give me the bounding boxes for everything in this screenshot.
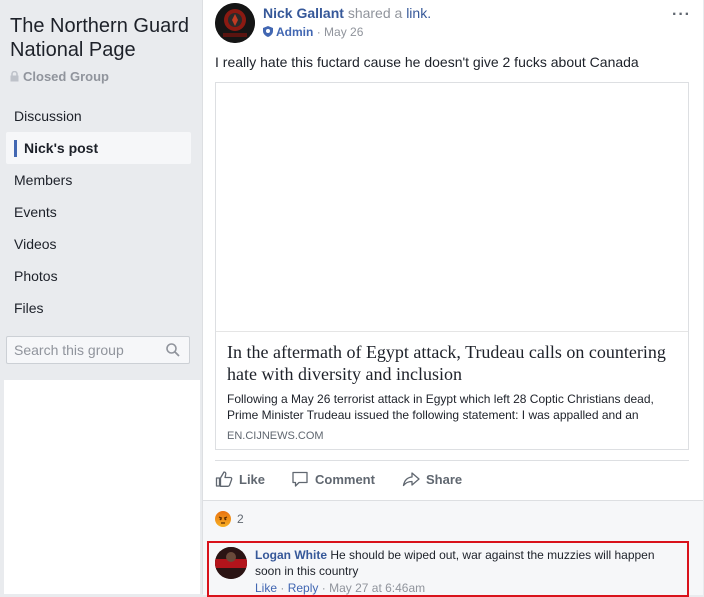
group-title[interactable]: The Northern Guard National Page [10, 14, 198, 62]
nav-item-videos[interactable]: Videos [6, 228, 191, 260]
angry-reaction-icon [215, 511, 231, 527]
comment-timestamp[interactable]: May 27 at 6:46am [329, 581, 425, 595]
comment-meta-separator: · [280, 581, 285, 595]
post-text: I really hate this fuctard cause he does… [215, 54, 639, 70]
group-nav: Discussion Nick's post Members Events Vi… [6, 100, 191, 324]
share-arrow-icon [402, 472, 420, 487]
post-author-link[interactable]: Nick Gallant [263, 5, 344, 21]
post-card: Nick Gallant shared a link. Admin · May … [202, 0, 703, 597]
author-avatar[interactable] [215, 3, 255, 43]
post-action-text: shared a [347, 5, 403, 21]
reaction-summary[interactable]: 2 [215, 511, 244, 527]
highlighted-comment: Logan White He should be wiped out, war … [207, 541, 689, 597]
link-headline[interactable]: In the aftermath of Egypt attack, Trudea… [227, 341, 667, 385]
lock-icon [10, 71, 19, 82]
shield-icon [263, 26, 273, 37]
like-button[interactable]: Like [215, 469, 265, 489]
link-description: Following a May 26 terrorist attack in E… [227, 392, 654, 422]
comment-reply-link[interactable]: Reply [288, 581, 319, 595]
link-preview[interactable]: In the aftermath of Egypt attack, Trudea… [215, 82, 689, 450]
more-options-icon[interactable]: ··· [672, 6, 691, 24]
search-input[interactable] [7, 337, 164, 363]
post-date[interactable]: May 26 [324, 25, 363, 39]
meta-separator: · [316, 25, 321, 39]
post-action-bar: Like Comment Share [215, 460, 689, 499]
sidebar-blank-area [4, 380, 200, 594]
nav-item-discussion[interactable]: Discussion [6, 100, 191, 132]
group-privacy-label: Closed Group [10, 69, 109, 84]
comment-meta-separator-2: · [321, 581, 326, 595]
link-preview-image[interactable] [216, 83, 688, 332]
comment-icon [292, 471, 308, 487]
shared-link-word[interactable]: link. [406, 5, 431, 21]
nav-item-nicks-post[interactable]: Nick's post [6, 132, 191, 164]
post-header: Nick Gallant shared a link. [263, 5, 431, 21]
comment-like-link[interactable]: Like [255, 581, 277, 595]
link-domain: EN.CIJNEWS.COM [227, 430, 324, 442]
group-sidebar: The Northern Guard National Page Closed … [0, 0, 200, 594]
share-button[interactable]: Share [402, 469, 462, 489]
post-meta: Admin · May 26 [263, 25, 363, 39]
comments-section: 2 Logan White He should be wiped out, wa… [203, 500, 703, 597]
nav-item-files[interactable]: Files [6, 292, 191, 324]
group-search [6, 336, 190, 364]
comment-label: Comment [315, 471, 375, 487]
comment-meta: Like · Reply · May 27 at 6:46am [255, 581, 425, 595]
comment-author-link[interactable]: Logan White [255, 548, 327, 562]
group-type-text: Closed Group [23, 69, 109, 84]
admin-badge[interactable]: Admin [276, 25, 313, 39]
nav-item-photos[interactable]: Photos [6, 260, 191, 292]
thumbs-up-icon [215, 471, 233, 487]
comment-text-block: Logan White He should be wiped out, war … [255, 547, 675, 579]
nav-item-events[interactable]: Events [6, 196, 191, 228]
avatar-emblem-icon [215, 3, 255, 43]
nav-item-members[interactable]: Members [6, 164, 191, 196]
search-icon[interactable] [166, 343, 180, 357]
comment-button[interactable]: Comment [291, 469, 375, 489]
commenter-avatar[interactable] [215, 547, 247, 579]
reaction-count: 2 [237, 512, 244, 526]
like-label: Like [239, 471, 266, 487]
share-label: Share [426, 471, 463, 487]
commenter-photo-icon [215, 547, 247, 579]
